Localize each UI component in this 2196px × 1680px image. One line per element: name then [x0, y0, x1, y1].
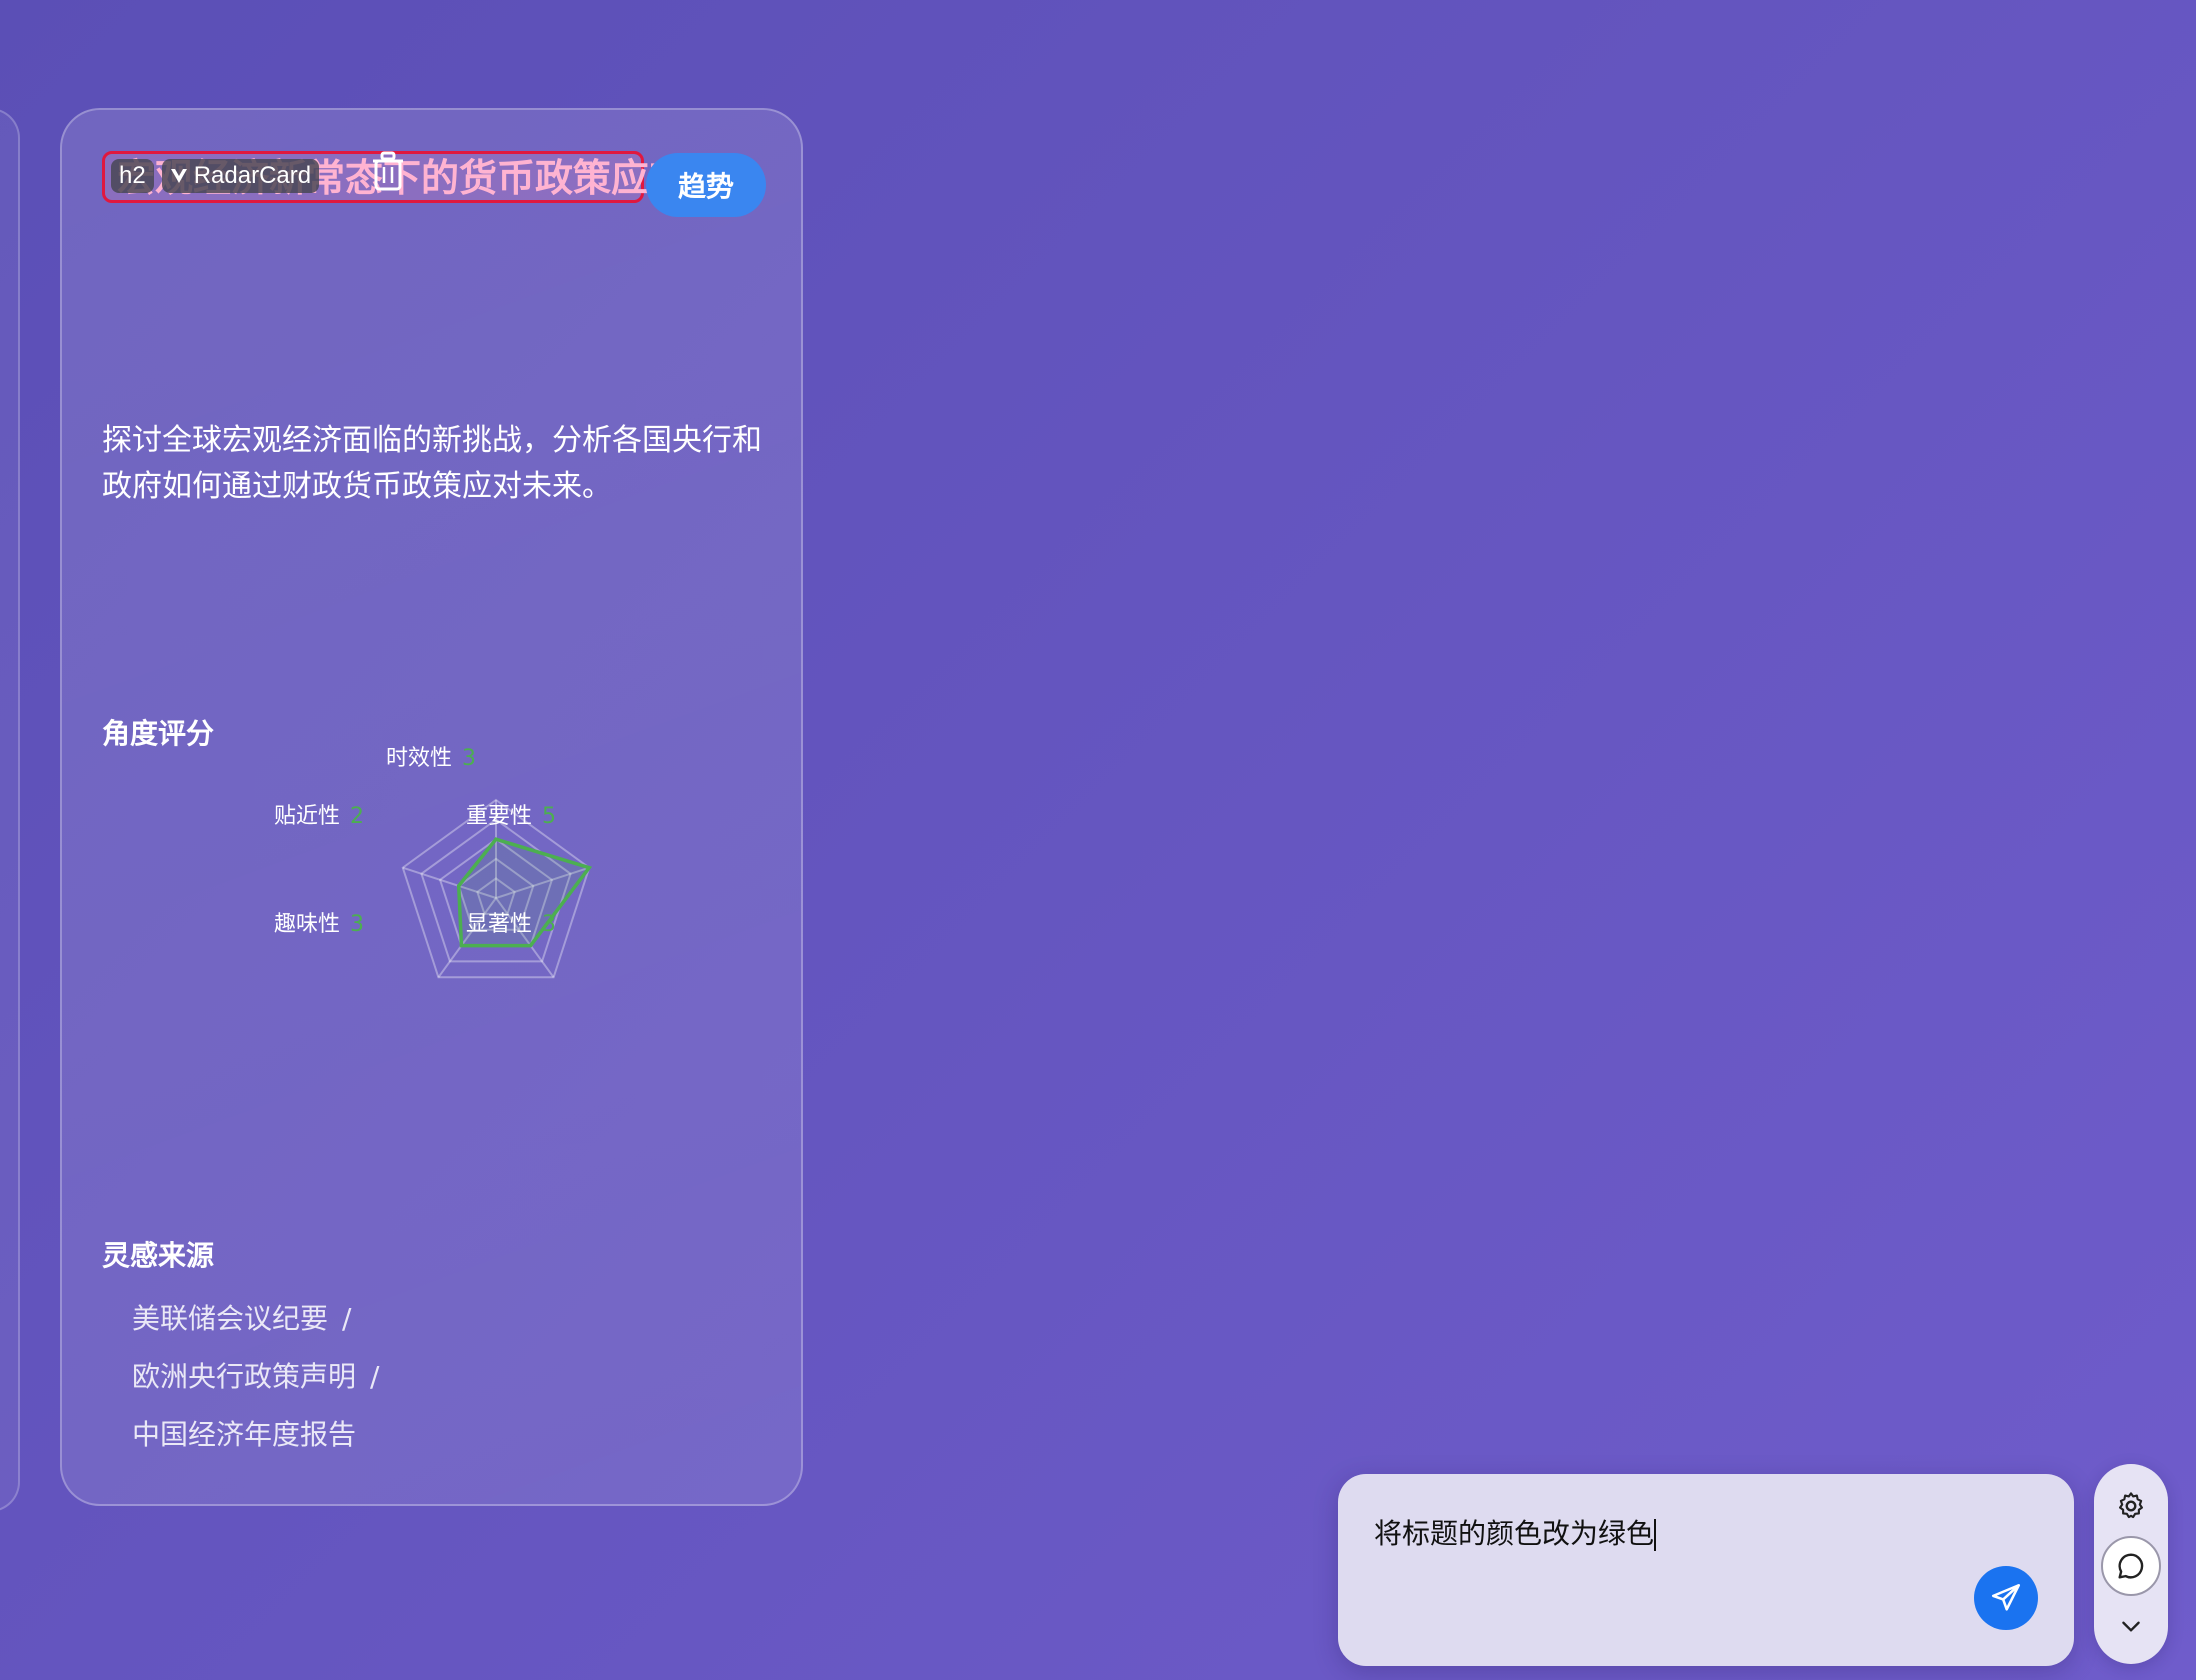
component-badge: h2 RadarCard — [111, 158, 320, 194]
radar-card: 宏观经济新常态下的货币政策应对 h2 RadarCard 趋势 探讨全球宏观经济… — [60, 108, 803, 1506]
send-icon — [1991, 1583, 2021, 1611]
send-button[interactable] — [1974, 1566, 2038, 1630]
card-description: 探讨全球宏观经济面临的新挑战，分析各国央行和政府如何通过财政货币政策应对未来。 — [102, 423, 762, 504]
selected-element-outline[interactable]: 宏观经济新常态下的货币政策应对 h2 RadarCard — [102, 151, 687, 203]
chat-bubble-icon — [2118, 1553, 2144, 1579]
adjacent-card-edge — [0, 108, 20, 1512]
radar-axis-label: 贴近性 2 — [274, 804, 365, 829]
radar-axis-label: 显著性 3 — [466, 912, 557, 937]
element-tag-badge: h2 — [111, 159, 154, 193]
trend-tag-button[interactable]: 趋势 — [646, 153, 766, 217]
chat-input-value: 将标题的颜色改为绿色 — [1374, 1517, 1655, 1550]
radar-chart: 时效性 3 重要性 5 显著性 3 趣味性 3 贴近性 2 — [272, 740, 652, 1020]
chat-input[interactable]: 将标题的颜色改为绿色 — [1374, 1512, 1657, 1552]
component-name-label: RadarCard — [193, 162, 312, 189]
chevron-down-icon — [2122, 1621, 2140, 1632]
source-item[interactable]: 中国经济年度报告 — [132, 1406, 379, 1464]
radar-axis-label: 重要性 5 — [466, 804, 557, 829]
sources-section-title: 灵感来源 — [102, 1239, 215, 1272]
collapse-button[interactable] — [2101, 1596, 2161, 1656]
text-caret — [1654, 1519, 1657, 1551]
trash-icon[interactable] — [372, 151, 404, 191]
settings-button[interactable] — [2101, 1476, 2161, 1536]
sources-list: 美联储会议纪要 / 欧洲央行政策声明 / 中国经济年度报告 — [132, 1290, 379, 1464]
side-toolbar — [2094, 1464, 2168, 1664]
radar-svg — [401, 798, 593, 979]
radar-axis-label: 时效性 3 — [386, 746, 477, 771]
chat-input-box[interactable]: 将标题的颜色改为绿色 — [1338, 1474, 2074, 1666]
component-name-badge: RadarCard — [161, 159, 320, 193]
radar-section-title: 角度评分 — [102, 717, 215, 750]
source-item[interactable]: 美联储会议纪要 / — [132, 1290, 379, 1348]
source-item[interactable]: 欧洲央行政策声明 / — [132, 1348, 379, 1406]
gear-icon — [2119, 1492, 2143, 1519]
chat-button[interactable] — [2101, 1536, 2161, 1596]
vue-logo-icon — [170, 169, 187, 183]
radar-axis-label: 趣味性 3 — [274, 912, 365, 937]
